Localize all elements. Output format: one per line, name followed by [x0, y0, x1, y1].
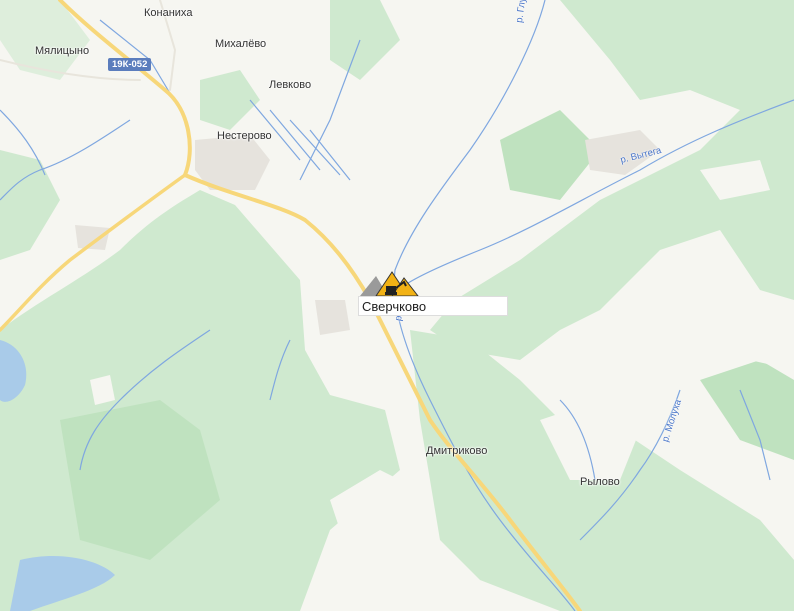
- settlement-label-nesterovo[interactable]: Нестерово: [217, 130, 272, 142]
- settlement-label-konanikha[interactable]: Конаниха: [144, 7, 192, 19]
- settlement-label-levkovo[interactable]: Левково: [269, 79, 311, 91]
- settlement-label-mikhalevo[interactable]: Михалёво: [215, 38, 266, 50]
- excavator-icon: [360, 271, 420, 297]
- road-number-badge: 19К-052: [108, 58, 152, 71]
- settlement-label-rylovo[interactable]: Рылово: [580, 476, 620, 488]
- map-view[interactable]: Конаниха Мялицыно Михалёво Левково Несте…: [0, 0, 794, 611]
- place-marker[interactable]: [358, 270, 420, 298]
- selected-place-label[interactable]: Сверчково: [358, 296, 508, 316]
- settlement-label-myalitsyno[interactable]: Мялицыно: [35, 45, 89, 57]
- settlement-label-dmitrikovo[interactable]: Дмитриково: [426, 445, 487, 457]
